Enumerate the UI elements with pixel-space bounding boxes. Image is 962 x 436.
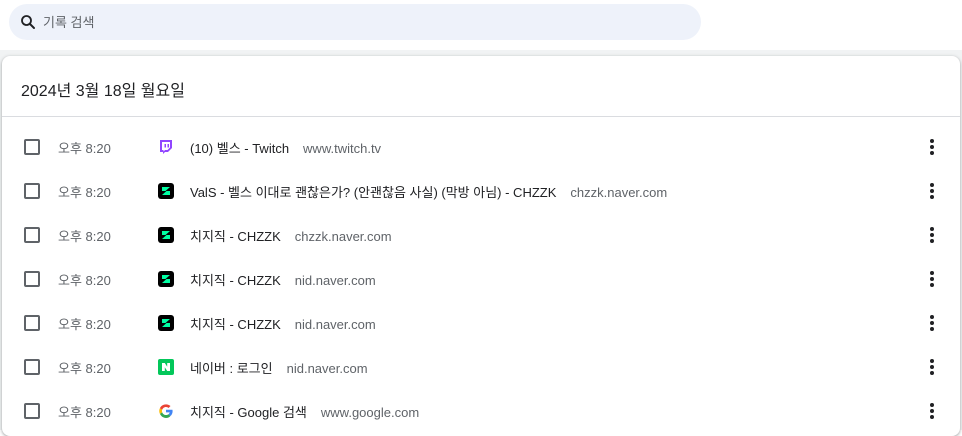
visit-time: 오후 8:20 [58,184,111,200]
naver-icon [158,359,174,375]
page-title[interactable]: 네이버 : 로그인 nid.naver.com [190,358,368,377]
visit-time: 오후 8:20 [58,360,111,376]
more-actions-icon[interactable] [924,269,940,289]
row-checkbox[interactable] [24,139,40,155]
history-row[interactable]: 오후 8:20 치지직 - CHZZK nid.naver.com [2,257,960,301]
google-icon [159,404,173,418]
history-row[interactable]: 오후 8:20 치지직 - CHZZK nid.naver.com [2,301,960,345]
row-checkbox[interactable] [24,183,40,199]
page-title[interactable]: 치지직 - CHZZK chzzk.naver.com [190,226,392,245]
more-actions-icon[interactable] [924,137,940,157]
page-domain: chzzk.naver.com [294,228,392,244]
page-title[interactable]: 치지직 - Google 검색 www.google.com [190,402,419,421]
divider [2,116,960,117]
search-box[interactable] [9,4,701,40]
row-checkbox[interactable] [24,359,40,375]
history-row[interactable]: 오후 8:20 ValS - 벨스 이대로 괜찮은가? (안괜찮음 사실) (막… [2,169,960,213]
visit-time: 오후 8:20 [58,404,111,420]
history-row[interactable]: 오후 8:20 (10) 벨스 - Twitch www.twitch.tv [2,125,960,169]
more-actions-icon[interactable] [924,357,940,377]
more-actions-icon[interactable] [924,181,940,201]
search-icon [21,15,35,29]
row-checkbox[interactable] [24,227,40,243]
chzzk-icon [158,227,174,243]
history-card: 2024년 3월 18일 월요일 오후 8:20 (10) 벨스 - Twitc… [2,56,960,436]
page-domain: nid.naver.com [294,316,376,332]
page-title[interactable]: (10) 벨스 - Twitch www.twitch.tv [190,138,381,157]
page-domain: www.google.com [320,404,420,420]
row-checkbox[interactable] [24,315,40,331]
date-header: 2024년 3월 18일 월요일 [21,83,185,100]
page-title[interactable]: 치지직 - CHZZK nid.naver.com [190,314,376,333]
chzzk-icon [158,271,174,287]
page-domain: nid.naver.com [294,272,376,288]
more-actions-icon[interactable] [924,313,940,333]
twitch-icon [160,140,172,154]
history-row[interactable]: 오후 8:20 치지직 - CHZZK chzzk.naver.com [2,213,960,257]
page-domain: www.twitch.tv [303,140,382,156]
row-checkbox[interactable] [24,271,40,287]
more-actions-icon[interactable] [924,401,940,421]
page-title[interactable]: ValS - 벨스 이대로 괜찮은가? (안괜찮음 사실) (막방 아님) - … [190,182,667,201]
top-bar [0,0,962,50]
history-row[interactable]: 오후 8:20 네이버 : 로그인 nid.naver.com [2,345,960,389]
visit-time: 오후 8:20 [58,272,111,288]
chzzk-icon [158,315,174,331]
row-checkbox[interactable] [24,403,40,419]
visit-time: 오후 8:20 [58,316,111,332]
page-title[interactable]: 치지직 - CHZZK nid.naver.com [190,270,376,289]
visit-time: 오후 8:20 [58,228,111,244]
chzzk-icon [158,183,174,199]
page-domain: chzzk.naver.com [570,184,668,200]
more-actions-icon[interactable] [924,225,940,245]
page-domain: nid.naver.com [286,360,368,376]
visit-time: 오후 8:20 [58,140,111,156]
history-row[interactable]: 오후 8:20 치지직 - Google 검색 www.google.com [2,389,960,433]
search-input[interactable] [43,14,663,30]
